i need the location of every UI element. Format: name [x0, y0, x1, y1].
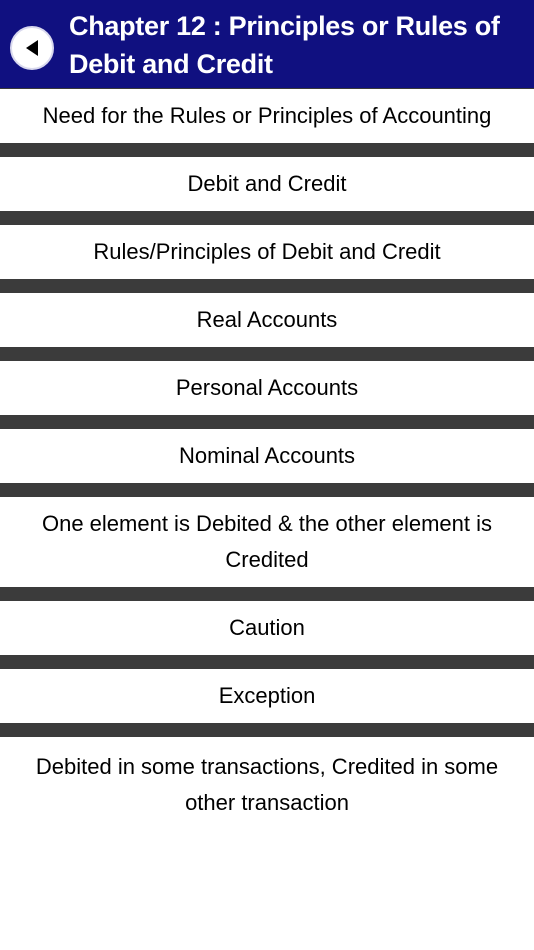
list-item-debit-and-credit[interactable]: Debit and Credit [0, 157, 534, 211]
list-divider [0, 143, 534, 157]
list-item-debited-credited[interactable]: One element is Debited & the other eleme… [0, 497, 534, 587]
header-bar: Chapter 12 : Principles or Rules of Debi… [0, 0, 534, 89]
list-item-need-for-rules[interactable]: Need for the Rules or Principles of Acco… [0, 89, 534, 143]
list-divider [0, 415, 534, 429]
list-item-rules-principles[interactable]: Rules/Principles of Debit and Credit [0, 225, 534, 279]
list-divider [0, 587, 534, 601]
list-divider [0, 279, 534, 293]
list-item-real-accounts[interactable]: Real Accounts [0, 293, 534, 347]
list-divider [0, 723, 534, 737]
list-divider [0, 211, 534, 225]
list-divider [0, 347, 534, 361]
back-button[interactable] [10, 26, 54, 70]
list-divider [0, 655, 534, 669]
list-item-nominal-accounts[interactable]: Nominal Accounts [0, 429, 534, 483]
list-item-personal-accounts[interactable]: Personal Accounts [0, 361, 534, 415]
list-item-caution[interactable]: Caution [0, 601, 534, 655]
back-arrow-icon [26, 40, 38, 56]
page-title: Chapter 12 : Principles or Rules of Debi… [69, 11, 500, 79]
list-item-some-transactions[interactable]: Debited in some transactions, Credited i… [0, 737, 534, 837]
topic-list: Need for the Rules or Principles of Acco… [0, 89, 534, 837]
list-item-exception[interactable]: Exception [0, 669, 534, 723]
list-divider [0, 483, 534, 497]
